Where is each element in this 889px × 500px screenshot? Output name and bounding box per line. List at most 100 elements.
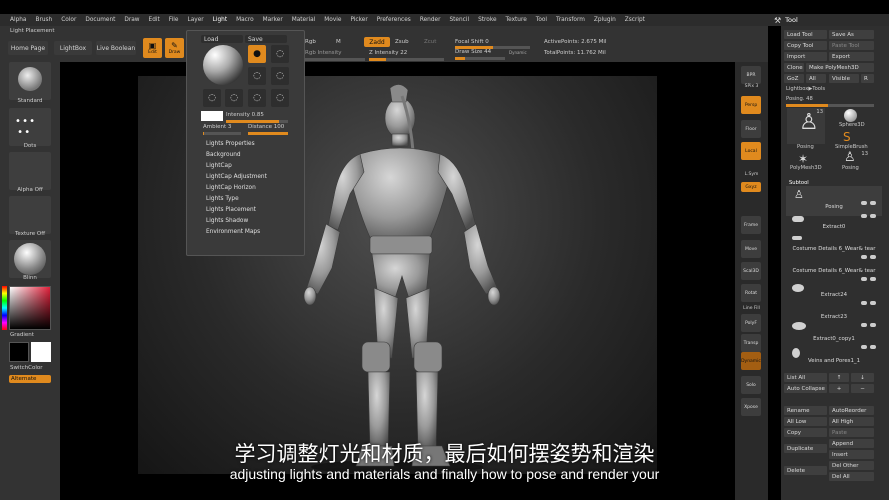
rename-button[interactable]: Rename xyxy=(784,406,827,415)
xpose-button[interactable]: Xpose xyxy=(741,398,761,416)
menu-alpha[interactable]: Alpha xyxy=(10,17,26,23)
all-button[interactable]: All xyxy=(806,74,826,83)
menu-item-lightcap-horizon[interactable]: LightCap Horizon xyxy=(206,185,256,191)
zadd-button[interactable]: Zadd xyxy=(364,37,390,47)
scale-button[interactable]: Scal3D xyxy=(741,262,761,280)
ambient-slider[interactable]: Ambient 3 xyxy=(203,124,231,130)
all-high-button[interactable]: All High xyxy=(829,417,874,426)
persp-button[interactable]: Persp xyxy=(741,96,761,114)
xyz-button[interactable]: Gxyz xyxy=(741,182,761,192)
all-low-button[interactable]: All Low xyxy=(784,417,827,426)
floor-button[interactable]: Floor xyxy=(741,120,761,138)
rotate-button[interactable]: Rotat xyxy=(741,284,761,302)
main-color-swatch[interactable] xyxy=(9,342,29,362)
r-button[interactable]: R xyxy=(861,74,874,83)
zsub-button[interactable]: Zsub xyxy=(395,39,409,45)
alpha-tile[interactable] xyxy=(9,152,51,190)
menu-document[interactable]: Document xyxy=(85,17,115,23)
spix-slider[interactable]: SPix 3 xyxy=(735,84,768,89)
brush-standard-tile[interactable] xyxy=(9,62,51,100)
menu-render[interactable]: Render xyxy=(420,17,441,23)
menu-zscript[interactable]: Zscript xyxy=(625,17,645,23)
menu-transform[interactable]: Transform xyxy=(556,17,585,23)
distance-track[interactable] xyxy=(248,132,288,135)
menu-light[interactable]: Light xyxy=(213,17,227,23)
menu-draw[interactable]: Draw xyxy=(124,17,139,23)
lightbox-button[interactable]: LightBox xyxy=(54,41,92,55)
dynamic-toggle[interactable]: Dynamic xyxy=(509,50,527,55)
save-as-button[interactable]: Save As xyxy=(829,30,874,39)
light-intensity-track[interactable] xyxy=(226,120,288,123)
menu-material[interactable]: Material xyxy=(292,17,316,23)
light-bulb-2-icon[interactable]: ◌ xyxy=(271,45,289,63)
polymesh-star-icon[interactable]: ✶ xyxy=(798,152,808,166)
hue-strip[interactable] xyxy=(2,286,7,330)
texture-tile[interactable] xyxy=(9,196,51,234)
secondary-color-swatch[interactable] xyxy=(31,342,51,362)
load-tool-button[interactable]: Load Tool xyxy=(784,30,827,39)
z-intensity-slider[interactable]: Z Intensity 22 xyxy=(369,50,407,56)
menu-item-lights-properties[interactable]: Lights Properties xyxy=(206,141,255,147)
light-bulb-3-icon[interactable]: ◌ xyxy=(248,67,266,85)
rgb-toggle[interactable]: Rgb xyxy=(305,39,316,45)
light-bulb-6-icon[interactable]: ◌ xyxy=(225,89,243,107)
move-button[interactable]: Move xyxy=(741,240,761,258)
plus-icon[interactable]: + xyxy=(829,384,849,393)
menu-layer[interactable]: Layer xyxy=(187,17,203,23)
menu-item-lightcap[interactable]: LightCap xyxy=(206,163,232,169)
transp-button[interactable]: Transp xyxy=(741,334,761,352)
paste-button[interactable]: Paste xyxy=(829,428,874,437)
menu-item-lights-placement[interactable]: Lights Placement xyxy=(206,207,256,213)
list-all-button[interactable]: List All xyxy=(784,373,827,382)
solo-button[interactable]: Solo xyxy=(741,376,761,394)
menu-item-environment-maps[interactable]: Environment Maps xyxy=(206,229,260,235)
light-bulb-5-icon[interactable]: ◌ xyxy=(203,89,221,107)
lsym-button[interactable]: L.Sym xyxy=(735,172,768,177)
menu-movie[interactable]: Movie xyxy=(324,17,341,23)
frame-button[interactable]: Frame xyxy=(741,216,761,234)
auto-reorder-button[interactable]: AutoReorder xyxy=(829,406,874,415)
alternate-button[interactable]: Alternate xyxy=(9,375,51,383)
menu-item-lights-shadow[interactable]: Lights Shadow xyxy=(206,218,248,224)
paste-tool-button[interactable]: Paste Tool xyxy=(829,41,874,50)
menu-item-lightcap-adjustment[interactable]: LightCap Adjustment xyxy=(206,174,267,180)
menu-macro[interactable]: Macro xyxy=(236,17,254,23)
tool-thumb-posing[interactable]: ♙ 13 xyxy=(787,108,825,144)
copy-button[interactable]: Copy xyxy=(784,428,827,437)
menu-item-lights-type[interactable]: Lights Type xyxy=(206,196,239,202)
menu-preferences[interactable]: Preferences xyxy=(377,17,411,23)
draw-size-slider[interactable]: Draw Size 44 xyxy=(455,49,491,55)
home-page-button[interactable]: Home Page xyxy=(8,41,48,55)
switch-color-button[interactable]: SwitchColor xyxy=(0,365,60,371)
light-bulb-7-icon[interactable]: ◌ xyxy=(248,89,266,107)
menu-stroke[interactable]: Stroke xyxy=(478,17,496,23)
z-intensity-track[interactable] xyxy=(369,58,444,61)
auto-collapse-button[interactable]: Auto Collapse xyxy=(784,384,827,393)
posing-slider[interactable]: Posing. 48 xyxy=(786,96,813,102)
arrow-down-icon[interactable]: ↓ xyxy=(851,373,874,382)
tool-thumb-posing-2[interactable]: ♙ 13 xyxy=(838,150,868,166)
m-toggle[interactable]: M xyxy=(336,39,341,45)
clone-button[interactable]: Clone xyxy=(784,63,804,72)
menu-stencil[interactable]: Stencil xyxy=(449,17,469,23)
light-color-swatch[interactable] xyxy=(201,111,223,121)
menu-picker[interactable]: Picker xyxy=(350,17,367,23)
distance-slider[interactable]: Distance 100 xyxy=(248,124,284,130)
lightbox-tools-button[interactable]: Lightbox▶Tools xyxy=(786,86,825,92)
light-bulb-4-icon[interactable]: ◌ xyxy=(271,67,289,85)
menu-file[interactable]: File xyxy=(169,17,179,23)
menu-tool[interactable]: Tool xyxy=(536,17,547,23)
dynamic-button[interactable]: Dynamic xyxy=(741,352,761,370)
focal-shift-slider[interactable]: Focal Shift 0 xyxy=(455,39,489,45)
draw-button[interactable]: ✎ Draw xyxy=(165,38,184,58)
menu-texture[interactable]: Texture xyxy=(506,17,527,23)
menu-color[interactable]: Color xyxy=(61,17,76,23)
menu-marker[interactable]: Marker xyxy=(263,17,283,23)
arrow-up-icon[interactable]: ↑ xyxy=(829,373,849,382)
posing-track[interactable] xyxy=(786,104,874,107)
menu-brush[interactable]: Brush xyxy=(35,17,52,23)
ambient-track[interactable] xyxy=(203,132,241,135)
zcut-button[interactable]: Zcut xyxy=(424,39,436,45)
light-intensity-slider[interactable]: Intensity 0.85 xyxy=(226,112,264,118)
light-load-button[interactable]: Load xyxy=(201,35,243,43)
